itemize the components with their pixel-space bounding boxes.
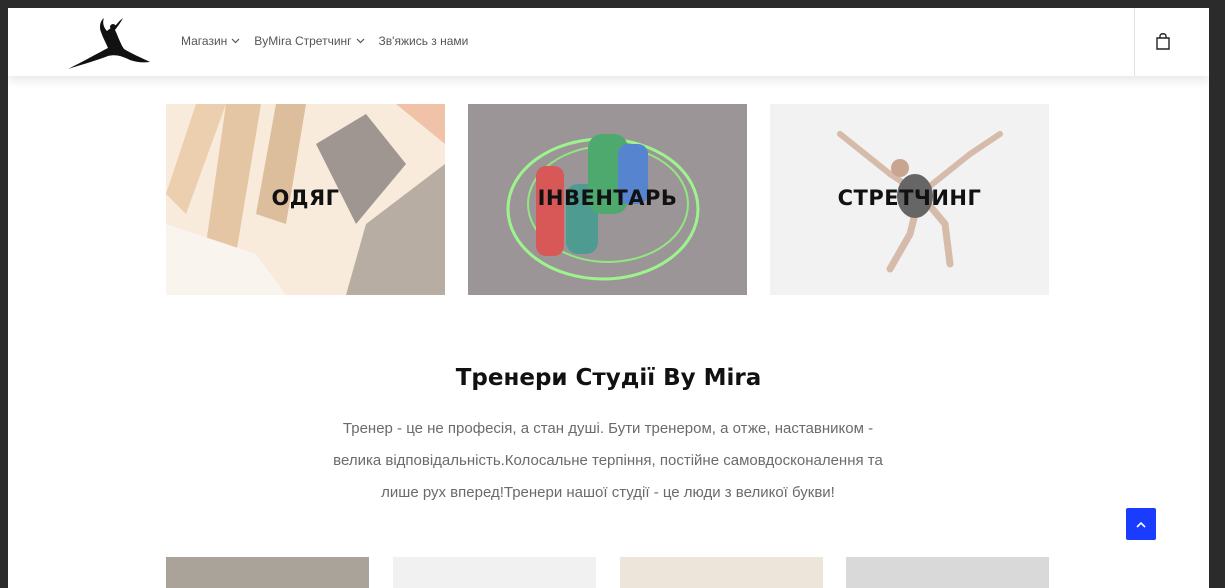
category-tile-clothing[interactable]: ОДЯГ <box>166 104 445 295</box>
category-label: СТРЕТЧИНГ <box>837 186 982 210</box>
trainer-card[interactable] <box>393 557 596 588</box>
nav-item-label: Зв'яжись з нами <box>378 34 469 48</box>
trainers-section-text: Тренер - це не професія, а стан душі. Бу… <box>303 413 913 509</box>
text-line: Тренер - це не професія, а стан душі. Бу… <box>342 420 874 437</box>
chevron-down-icon <box>356 38 364 44</box>
chevron-up-icon <box>1136 521 1146 528</box>
site-header: Магазин ByMira Стретчинг Зв'яжись з нами <box>8 8 1209 76</box>
cart-button[interactable] <box>1134 8 1209 76</box>
nav-item-shop[interactable]: Магазин <box>181 34 240 48</box>
category-label: ІНВЕНТАРЬ <box>537 186 678 210</box>
trainer-card[interactable] <box>846 557 1049 588</box>
main-nav: Магазин ByMira Стретчинг Зв'яжись з нами <box>181 34 468 48</box>
chevron-down-icon <box>231 38 240 44</box>
nav-item-label: Магазин <box>181 34 228 48</box>
scroll-to-top-button[interactable] <box>1126 508 1156 540</box>
dancer-logo[interactable] <box>66 16 152 72</box>
trainer-card[interactable] <box>166 557 369 588</box>
category-tile-equipment[interactable]: ІНВЕНТАРЬ <box>468 104 747 295</box>
category-tile-stretching[interactable]: СТРЕТЧИНГ <box>770 104 1049 295</box>
text-line: велика відповідальність.Колосальне терпі… <box>333 452 883 469</box>
nav-item-contact[interactable]: Зв'яжись з нами <box>379 34 469 48</box>
text-line: лише рух вперед!Тренери нашої студії - ц… <box>381 484 835 501</box>
category-label: ОДЯГ <box>271 186 340 210</box>
trainer-card[interactable] <box>620 557 823 588</box>
shopping-bag-icon <box>1156 33 1170 50</box>
nav-item-label: ByMira Стретчинг <box>254 34 352 48</box>
nav-item-bymira-stretching[interactable]: ByMira Стретчинг <box>254 34 364 48</box>
browser-viewport: Магазин ByMira Стретчинг Зв'яжись з нами <box>8 8 1209 588</box>
trainers-section-title: Тренери Студії By Mira <box>455 365 762 391</box>
